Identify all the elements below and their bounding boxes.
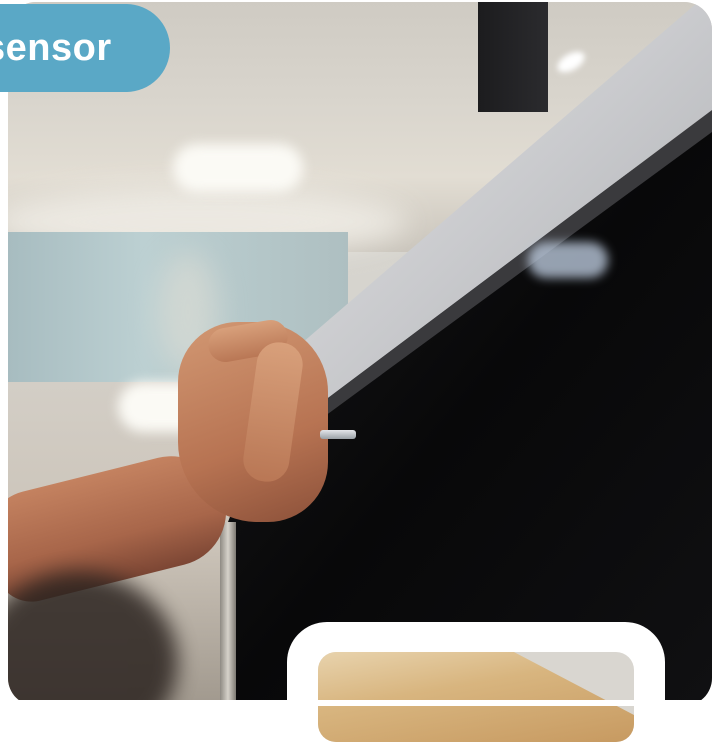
photo-card [8,2,712,706]
sensor-label-pill: sensor [0,4,170,92]
door-handle [320,430,356,439]
thumbnail-image[interactable] [318,652,634,742]
bottom-edge [0,700,721,706]
reflection-light [528,242,608,278]
sensor-label-text: sensor [0,26,112,69]
thumbnail-wood-surface [318,652,634,742]
dark-pillar [478,2,548,112]
cabinet-post [220,522,236,706]
